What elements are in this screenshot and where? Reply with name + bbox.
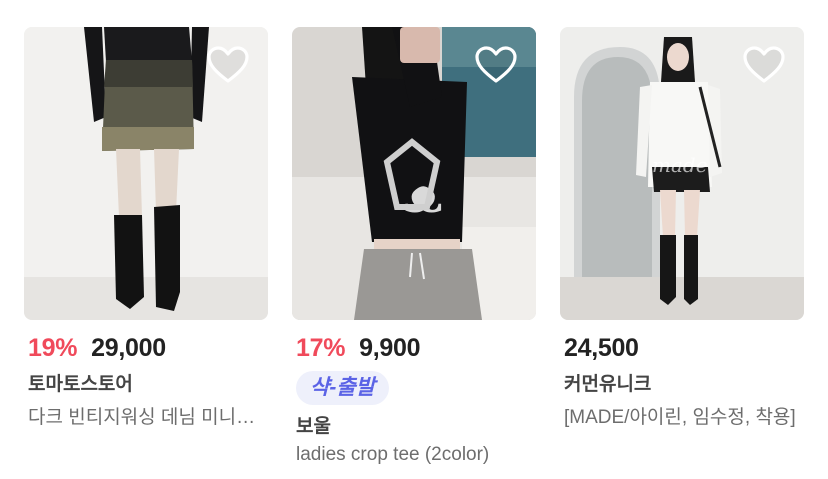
discount-rate: 19% <box>28 333 78 362</box>
price-row: 24,500 <box>560 333 804 363</box>
wishlist-heart-icon[interactable] <box>474 45 518 85</box>
delivery-badge: 샥-출발 <box>296 371 389 405</box>
svg-text:made: made <box>652 153 708 177</box>
product-image[interactable]: ᴥ <box>292 27 536 320</box>
price: 24,500 <box>564 333 639 362</box>
product-title[interactable]: [MADE/아이린, 임수정, 착용] <box>564 402 800 429</box>
price-row: 19% 29,000 <box>24 333 268 363</box>
store-name[interactable]: 커먼유니크 <box>564 369 804 396</box>
discount-rate: 17% <box>296 333 346 362</box>
product-title[interactable]: 다크 빈티지워싱 데님 미니스커트 <box>28 402 264 429</box>
product-card[interactable]: 19% 29,000 토마토스토어 다크 빈티지워싱 데님 미니스커트 <box>24 27 268 429</box>
price: 29,000 <box>91 333 166 362</box>
price: 9,900 <box>359 333 421 362</box>
wishlist-heart-icon[interactable] <box>206 45 250 85</box>
product-image[interactable]: made <box>560 27 804 320</box>
product-title[interactable]: ladies crop tee (2color) <box>296 444 536 466</box>
price-row: 17% 9,900 <box>292 333 536 363</box>
product-card[interactable]: made 24,500 커먼유니크 [MADE/아이린, 임수정, 착용] <box>560 27 804 429</box>
product-grid: 19% 29,000 토마토스토어 다크 빈티지워싱 데님 미니스커트 ᴥ 17… <box>0 0 828 479</box>
store-name[interactable]: 보울 <box>296 411 536 438</box>
product-card[interactable]: ᴥ 17% 9,900 샥-출발 보울 ladies crop tee (2co… <box>292 27 536 466</box>
wishlist-heart-icon[interactable] <box>742 45 786 85</box>
product-image[interactable] <box>24 27 268 320</box>
store-name[interactable]: 토마토스토어 <box>28 369 268 396</box>
